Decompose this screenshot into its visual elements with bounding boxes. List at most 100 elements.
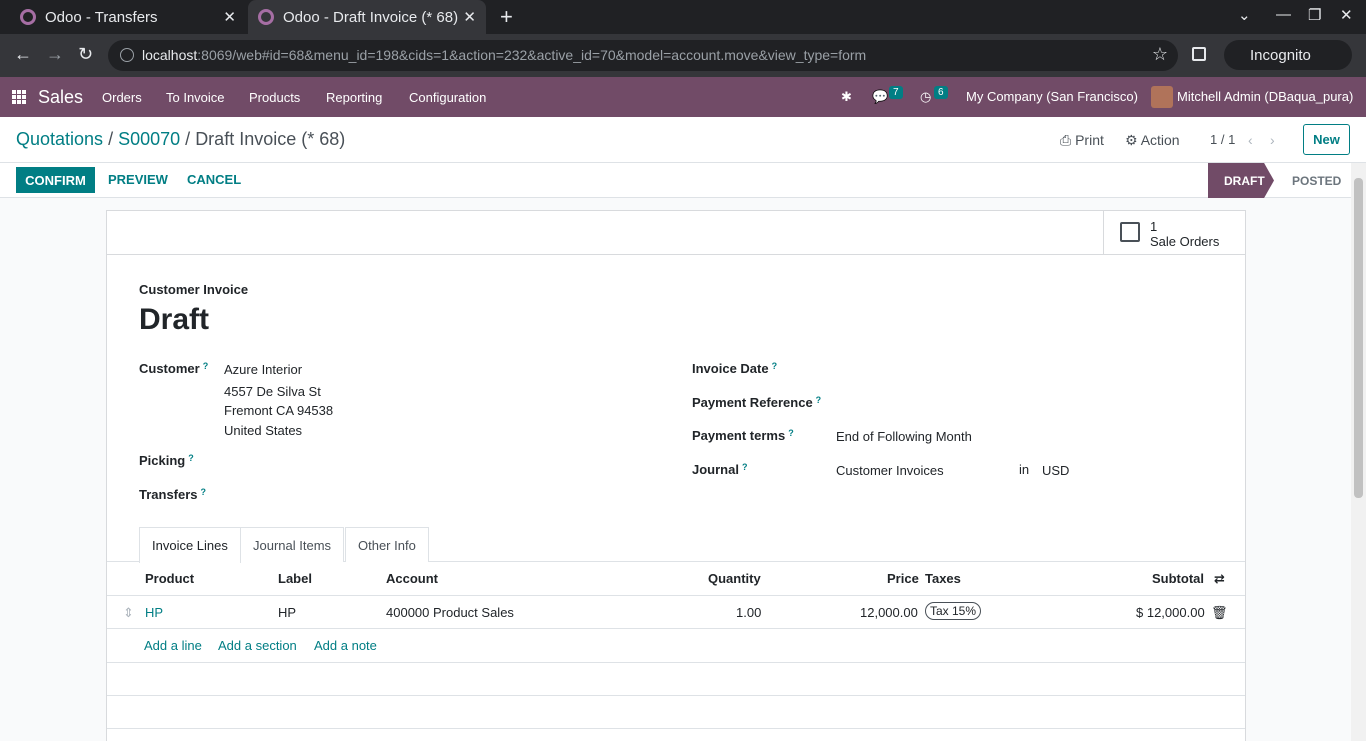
sale-orders-smart-button[interactable]: 1 Sale Orders — [1103, 211, 1245, 255]
payment-reference-label: Payment Reference? — [692, 395, 822, 410]
menu-products[interactable]: Products — [249, 90, 300, 105]
form-sheet: 1 Sale Orders Customer Invoice Draft Cus… — [106, 210, 1246, 741]
drag-handle-icon[interactable]: ⇕ — [123, 605, 134, 621]
tab-journal-items[interactable]: Journal Items — [240, 527, 345, 562]
preview-button[interactable]: PREVIEW — [108, 172, 168, 187]
line-label[interactable]: HP — [278, 605, 296, 620]
column-header-account[interactable]: Account — [386, 571, 438, 586]
menu-configuration[interactable]: Configuration — [409, 90, 486, 105]
app-name[interactable]: Sales — [38, 87, 83, 108]
transfers-label: Transfers? — [139, 487, 207, 502]
column-header-taxes[interactable]: Taxes — [925, 571, 961, 586]
customer-label: Customer? — [139, 361, 209, 376]
minimize-icon[interactable]: — — [1276, 6, 1291, 23]
browser-tab-title: Odoo - Transfers — [45, 8, 158, 26]
picking-label: Picking? — [139, 453, 194, 468]
chevron-down-icon[interactable]: ⌄ — [1238, 6, 1251, 24]
line-account[interactable]: 400000 Product Sales — [386, 605, 514, 620]
browser-tab-transfers[interactable]: Odoo - Transfers ✕ — [0, 0, 246, 34]
line-quantity[interactable]: 1.00 — [736, 605, 761, 620]
tab-other-info[interactable]: Other Info — [345, 527, 429, 562]
messages-icon[interactable]: 💬 — [872, 89, 888, 105]
payment-terms-label: Payment terms? — [692, 428, 794, 443]
print-button[interactable]: ⎙ Print — [1060, 132, 1104, 149]
table-row[interactable]: ⇕ HP HP 400000 Product Sales 1.00 12,000… — [107, 595, 1245, 629]
tax-tag[interactable]: Tax 15% — [925, 602, 982, 620]
bookmark-star-icon[interactable]: ☆ — [1152, 44, 1168, 65]
apps-menu-icon[interactable] — [12, 90, 26, 104]
debug-bug-icon[interactable]: ✱ — [841, 89, 852, 105]
reload-icon[interactable]: ↻ — [78, 44, 93, 65]
user-menu[interactable]: Mitchell Admin (DBaqua_pura) — [1177, 89, 1353, 104]
url-text: localhost:8069/web#id=68&menu_id=198&cid… — [142, 47, 867, 63]
breadcrumb-order[interactable]: S00070 — [118, 129, 180, 149]
customer-address-line: United States — [224, 423, 303, 438]
back-icon[interactable]: ← — [14, 44, 32, 65]
breadcrumb-current: Draft Invoice (* 68) — [195, 129, 346, 149]
menu-to-invoice[interactable]: To Invoice — [166, 90, 225, 105]
customer-address-line: Fremont CA 94538 — [224, 403, 334, 418]
customer-field[interactable]: Azure Interior — [224, 362, 302, 377]
close-icon[interactable]: ✕ — [463, 8, 476, 26]
incognito-indicator[interactable]: Incognito — [1224, 40, 1352, 70]
line-subtotal: $ 12,000.00 — [1136, 605, 1205, 620]
print-label: Print — [1075, 132, 1104, 148]
browser-tab-draft-invoice[interactable]: Odoo - Draft Invoice (* 68) ✕ — [248, 0, 486, 34]
action-label: Action — [1140, 132, 1180, 148]
move-type-label: Customer Invoice — [139, 282, 249, 297]
trash-icon[interactable]: 🗑 — [1211, 605, 1228, 621]
odoo-favicon-icon — [258, 9, 274, 25]
form-statusbar: CONFIRM PREVIEW CANCEL DRAFT POSTED — [0, 163, 1351, 198]
messages-badge: 7 — [889, 86, 903, 99]
tab-invoice-lines[interactable]: Invoice Lines — [139, 527, 241, 563]
column-header-price[interactable]: Price — [887, 571, 919, 586]
line-price[interactable]: 12,000.00 — [860, 605, 918, 620]
gear-icon: ⚙ — [1125, 132, 1138, 148]
column-header-quantity[interactable]: Quantity — [708, 571, 761, 586]
breadcrumb-quotations[interactable]: Quotations — [16, 129, 103, 149]
empty-row — [107, 695, 1245, 728]
add-note-link[interactable]: Add a note — [314, 638, 377, 653]
pager-next-icon[interactable]: › — [1270, 132, 1275, 148]
maximize-icon[interactable]: ❐ — [1308, 6, 1321, 24]
side-panel-icon[interactable] — [1192, 47, 1206, 61]
column-header-label[interactable]: Label — [278, 571, 312, 586]
column-header-subtotal[interactable]: Subtotal — [1152, 571, 1204, 586]
close-window-icon[interactable]: ✕ — [1340, 6, 1353, 24]
company-switcher[interactable]: My Company (San Francisco) — [966, 89, 1138, 104]
notebook-tabs: Invoice Lines Journal Items Other Info — [107, 527, 1245, 563]
pager-previous-icon[interactable]: ‹ — [1248, 132, 1253, 148]
payment-terms-field[interactable]: End of Following Month — [836, 429, 972, 444]
journal-field[interactable]: Customer Invoices — [836, 463, 944, 478]
line-product[interactable]: HP — [145, 605, 163, 620]
action-button[interactable]: ⚙ Action — [1125, 132, 1180, 149]
browser-tab-strip: Odoo - Transfers ✕ Odoo - Draft Invoice … — [0, 0, 1366, 34]
empty-row — [107, 728, 1245, 741]
site-info-icon[interactable] — [120, 48, 134, 62]
pager-value[interactable]: 1 / 1 — [1210, 132, 1235, 147]
menu-reporting[interactable]: Reporting — [326, 90, 382, 105]
optional-columns-icon[interactable]: ⇄ — [1214, 571, 1225, 587]
currency-field[interactable]: USD — [1042, 463, 1069, 478]
stage-draft[interactable]: DRAFT — [1208, 163, 1274, 198]
new-button[interactable]: New — [1303, 124, 1350, 155]
url-input[interactable]: localhost:8069/web#id=68&menu_id=198&cid… — [108, 40, 1178, 71]
incognito-label: Incognito — [1250, 46, 1311, 64]
menu-orders[interactable]: Orders — [102, 90, 142, 105]
scrollbar-thumb[interactable] — [1354, 178, 1363, 498]
smart-button-count: 1 — [1150, 219, 1158, 234]
cancel-button[interactable]: CANCEL — [187, 172, 241, 187]
avatar[interactable] — [1151, 86, 1173, 108]
add-section-link[interactable]: Add a section — [218, 638, 297, 653]
activities-clock-icon[interactable]: ◷ — [920, 89, 931, 105]
forward-icon[interactable]: → — [46, 44, 64, 65]
confirm-button[interactable]: CONFIRM — [16, 167, 95, 193]
stage-posted[interactable]: POSTED — [1278, 163, 1348, 198]
new-tab-icon[interactable]: + — [500, 4, 513, 30]
odoo-favicon-icon — [20, 9, 36, 25]
close-icon[interactable]: ✕ — [223, 8, 236, 26]
add-line-link[interactable]: Add a line — [144, 638, 202, 653]
column-header-product[interactable]: Product — [145, 571, 194, 586]
customer-address-line: 4557 De Silva St — [224, 384, 321, 399]
in-label: in — [1019, 462, 1030, 477]
